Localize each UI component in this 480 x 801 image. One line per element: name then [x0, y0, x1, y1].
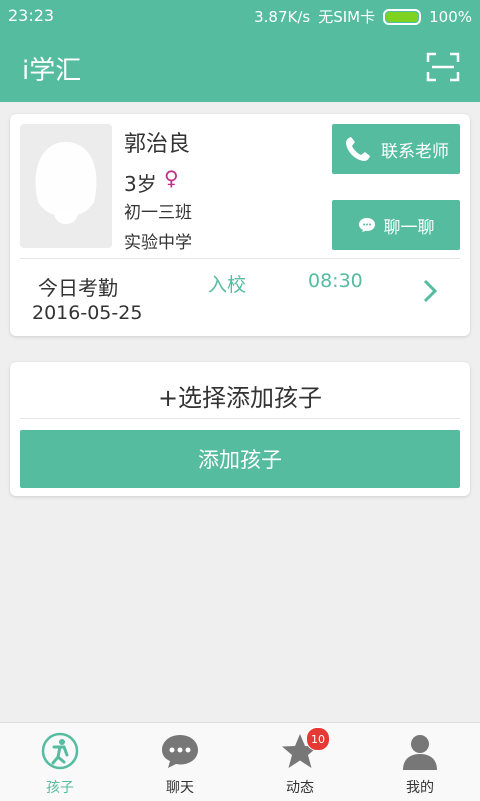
phone-icon	[346, 137, 370, 161]
tab-label: 孩子	[46, 780, 74, 796]
person-icon	[403, 735, 437, 770]
status-time: 23:23	[8, 6, 55, 25]
app-bar: i学汇	[0, 32, 480, 102]
sim-status: 无SIM卡	[318, 8, 376, 26]
tab-label: 我的	[406, 780, 434, 796]
avatar[interactable]	[20, 124, 112, 248]
app-title: i学汇	[22, 56, 82, 86]
add-child-button[interactable]: 添加孩子	[20, 430, 460, 488]
attendance-time: 08:30	[308, 270, 363, 292]
status-speed: 3.87K/s	[254, 7, 311, 26]
chat-bubble-icon	[358, 218, 375, 232]
child-class: 初一三班	[124, 203, 192, 223]
attendance-label: 今日考勤	[38, 276, 118, 300]
child-icon	[41, 732, 79, 770]
add-child-card: +选择添加孩子 添加孩子	[10, 362, 470, 496]
chevron-right-icon[interactable]	[422, 278, 438, 304]
child-age: 3岁	[124, 172, 157, 196]
contact-teacher-label: 联系老师	[381, 141, 449, 162]
contact-teacher-button[interactable]: 联系老师	[332, 124, 460, 174]
add-child-button-label: 添加孩子	[198, 448, 282, 472]
child-card: 郭治良 3岁 ♀ 初一三班 实验中学 联系老师 聊一聊 今日考勤 2016-05…	[10, 114, 470, 336]
tab-chat[interactable]: 聊天	[120, 723, 240, 801]
tab-moments[interactable]: 10 动态	[240, 723, 360, 801]
battery-percent: 100%	[429, 7, 472, 26]
status-indicators: 3.87K/s 无SIM卡 100%	[254, 6, 472, 27]
attendance-date: 2016-05-25	[32, 302, 143, 324]
tab-label: 动态	[286, 780, 314, 796]
chat-icon	[162, 735, 198, 768]
battery-icon	[383, 8, 422, 25]
chat-button[interactable]: 聊一聊	[332, 200, 460, 250]
tab-mine[interactable]: 我的	[360, 723, 480, 801]
add-card-divider	[20, 418, 460, 419]
child-school: 实验中学	[124, 233, 192, 253]
notification-badge: 10	[306, 727, 330, 751]
add-child-title[interactable]: +选择添加孩子	[10, 378, 470, 413]
bottom-tab-bar: 孩子 聊天 10 动态 我的	[0, 722, 480, 801]
child-name: 郭治良	[124, 132, 191, 157]
card-divider	[20, 258, 460, 259]
gender-female-icon: ♀	[164, 166, 179, 190]
chat-button-label: 聊一聊	[383, 217, 435, 238]
attendance-status: 入校	[208, 274, 247, 296]
avatar-placeholder-icon	[20, 124, 112, 248]
tab-label: 聊天	[166, 780, 194, 796]
scan-icon[interactable]	[426, 52, 460, 82]
status-bar: 23:23 3.87K/s 无SIM卡 100%	[0, 0, 480, 32]
tab-child[interactable]: 孩子	[0, 723, 120, 801]
